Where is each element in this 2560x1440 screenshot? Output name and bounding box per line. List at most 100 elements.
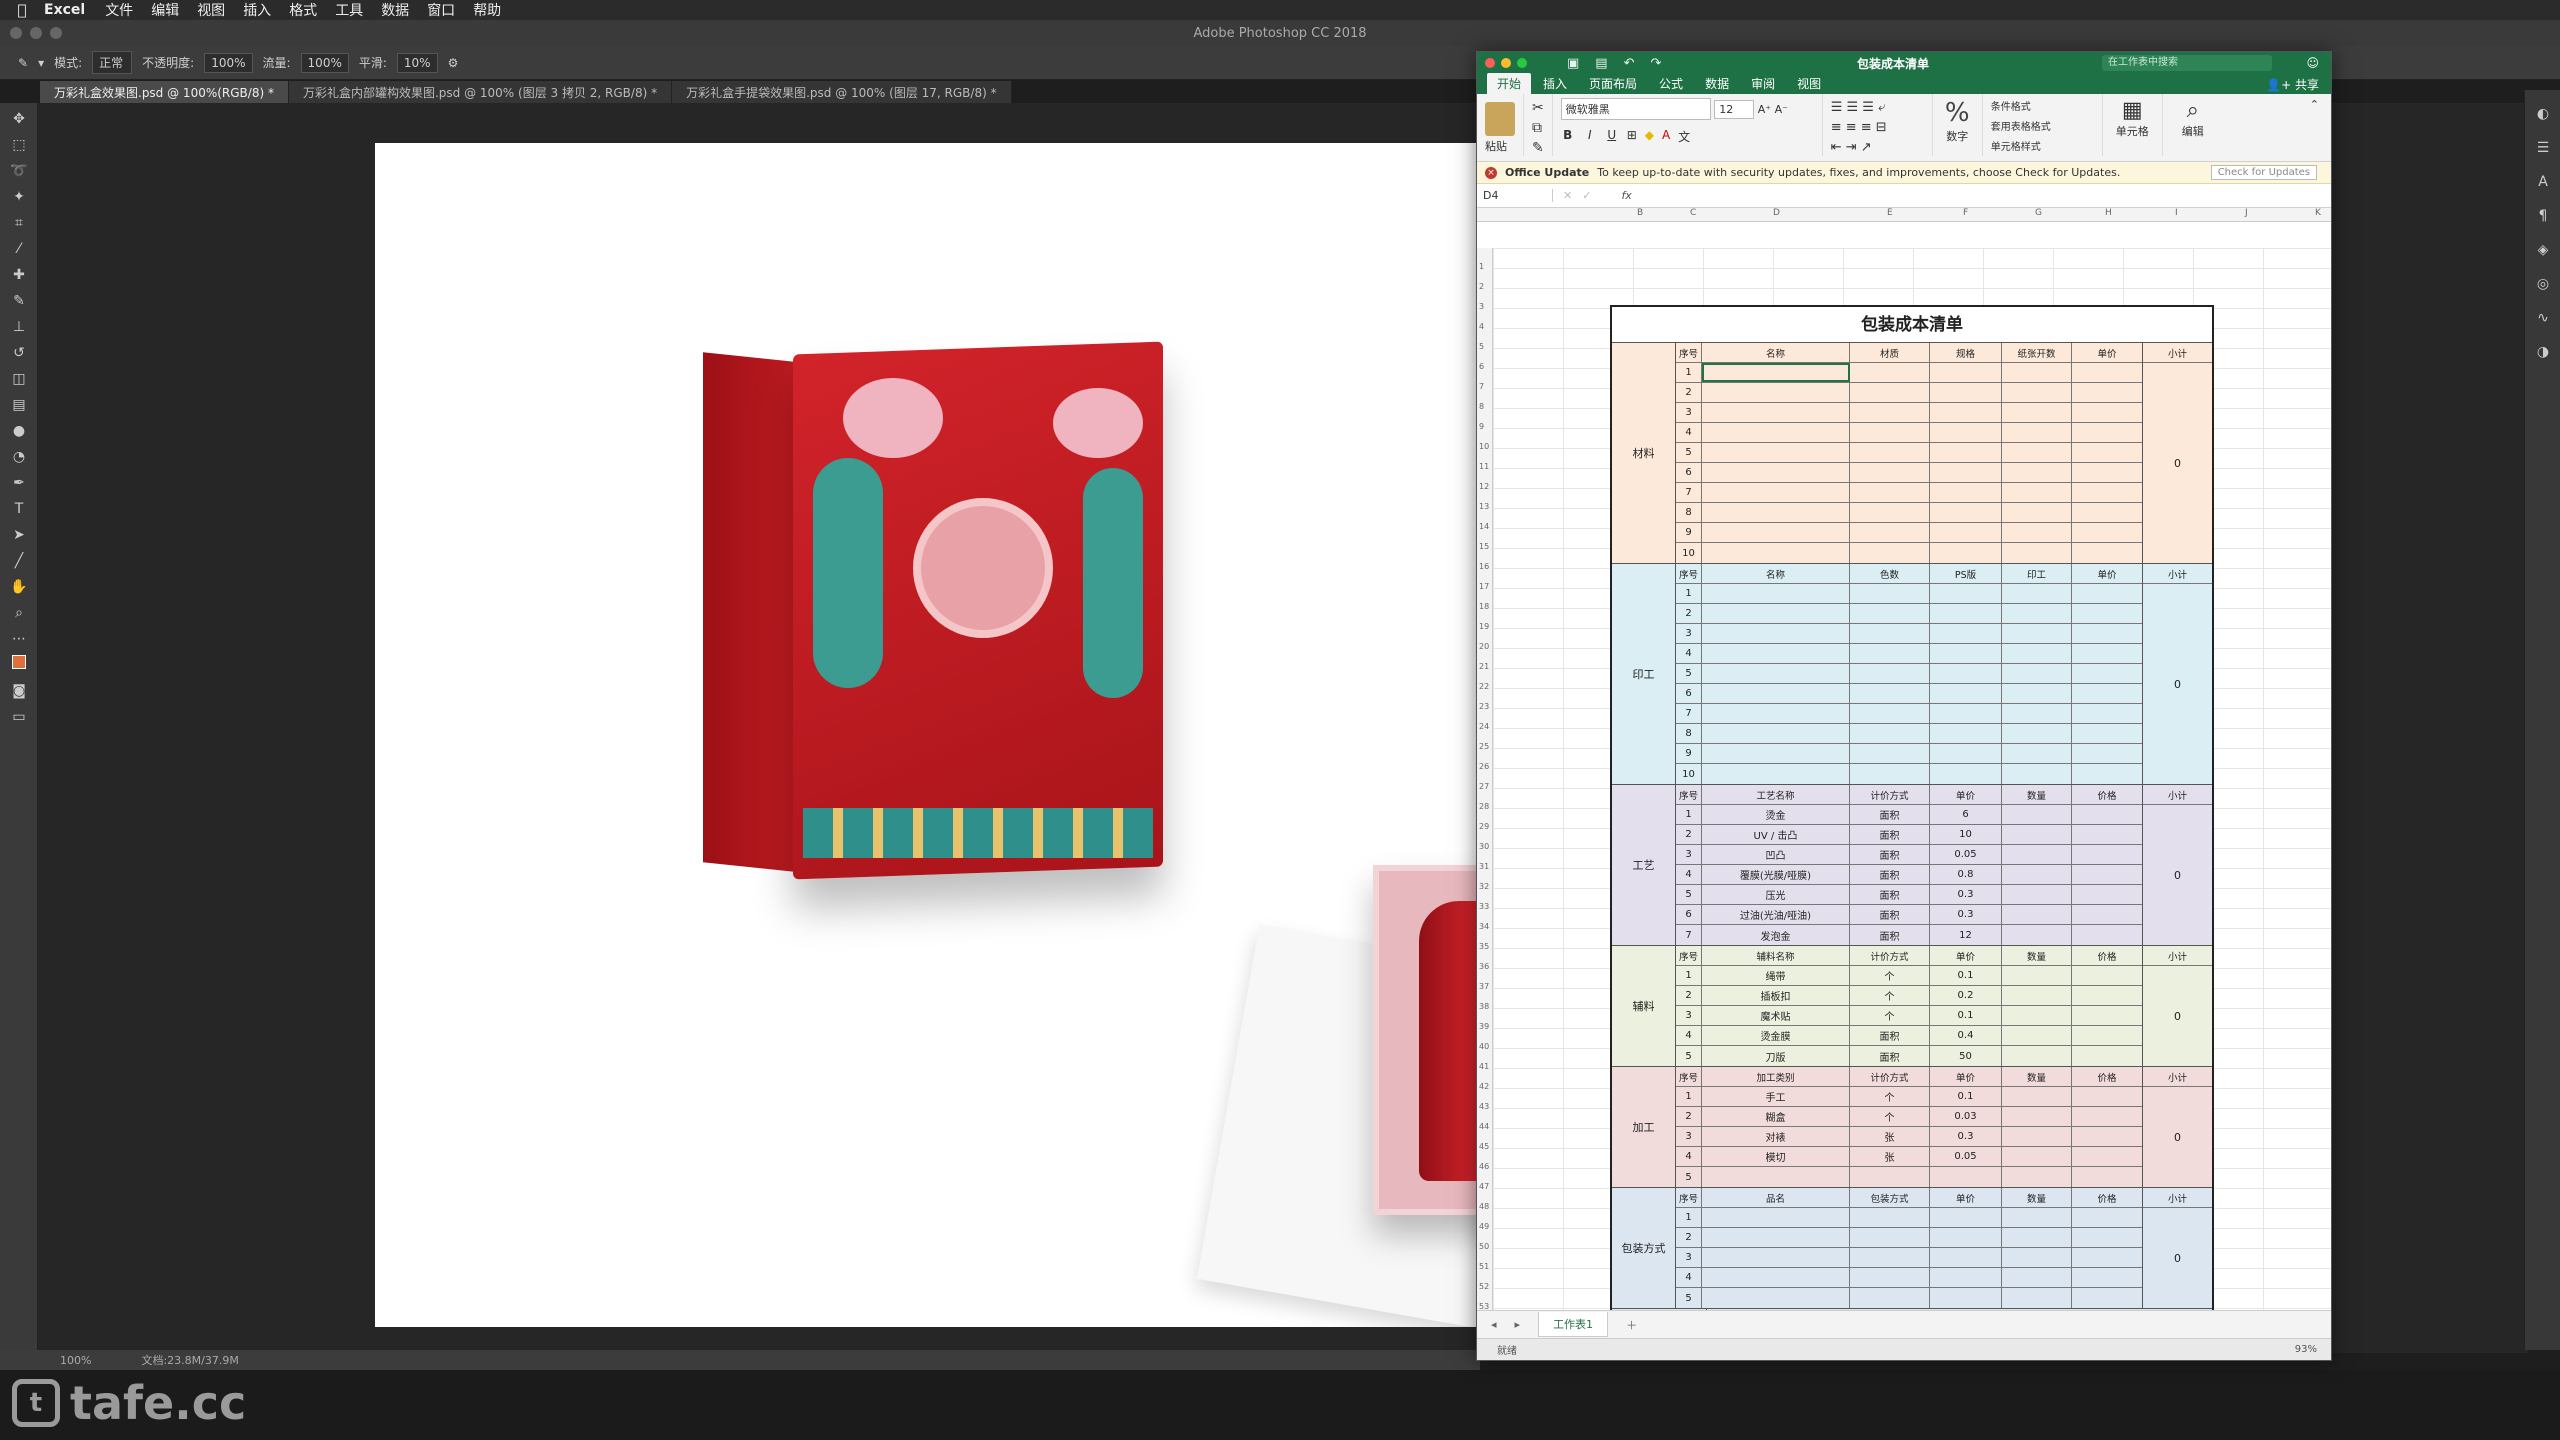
table-cell[interactable] (2002, 885, 2072, 904)
table-cell[interactable]: 面积 (1850, 825, 1930, 844)
table-cell[interactable] (2072, 1006, 2142, 1025)
row-number[interactable]: 49 (1479, 1222, 1489, 1231)
row-number[interactable]: 42 (1479, 1082, 1489, 1091)
marquee-tool-icon[interactable]: ⬚ (6, 135, 32, 155)
table-cell[interactable]: 1 (1676, 1087, 1702, 1106)
cut-icon[interactable]: ✂ (1532, 98, 1544, 118)
table-cell[interactable]: 9 (1676, 744, 1702, 763)
table-cell[interactable] (1930, 1208, 2002, 1227)
row-number[interactable]: 3 (1479, 302, 1484, 311)
table-cell[interactable] (1930, 624, 2002, 643)
row-number[interactable]: 16 (1479, 562, 1489, 571)
subtotal-header[interactable]: 小计 (2143, 785, 2212, 805)
table-cell[interactable] (1930, 483, 2002, 502)
table-cell[interactable] (2072, 885, 2142, 904)
app-menu[interactable]: Excel (44, 2, 85, 18)
bold-button[interactable]: B (1561, 128, 1575, 145)
table-cell[interactable]: 8 (1676, 503, 1702, 522)
header-cell[interactable]: 材质 (1850, 343, 1930, 362)
paragraph-panel-icon[interactable]: ¶ (2530, 206, 2556, 226)
header-cell[interactable]: 色数 (1850, 564, 1930, 583)
menu-data[interactable]: 数据 (381, 0, 409, 20)
section-subtotal[interactable]: 0 (2143, 805, 2212, 945)
row-number[interactable]: 35 (1479, 942, 1489, 951)
section-subtotal[interactable]: 0 (2143, 1087, 2212, 1187)
table-cell[interactable] (1850, 483, 1930, 502)
table-cell[interactable] (2072, 1087, 2142, 1106)
table-cell[interactable]: 1 (1676, 584, 1702, 603)
table-cell[interactable] (2072, 925, 2142, 945)
row-number[interactable]: 21 (1479, 662, 1489, 671)
table-cell[interactable] (1702, 463, 1850, 482)
table-cell[interactable]: 0.8 (1930, 865, 2002, 884)
table-cell[interactable] (1850, 724, 1930, 743)
table-cell[interactable]: 3 (1676, 624, 1702, 643)
header-cell[interactable]: 单价 (1930, 1188, 2002, 1207)
table-cell[interactable] (1702, 764, 1850, 784)
table-cell[interactable] (2002, 845, 2072, 864)
tab-formulas[interactable]: 公式 (1649, 73, 1693, 94)
row-number[interactable]: 46 (1479, 1162, 1489, 1171)
table-cell[interactable]: 2 (1676, 1228, 1702, 1247)
row-number[interactable]: 20 (1479, 642, 1489, 651)
table-cell[interactable]: 7 (1676, 925, 1702, 945)
doc-tab-2[interactable]: 万彩礼盒内部罐构效果图.psd @ 100% (图层 3 拷贝 2, RGB/8… (288, 81, 673, 103)
table-cell[interactable] (2002, 1288, 2072, 1308)
cell-styles-button[interactable]: 单元格样式 (1991, 138, 2094, 158)
table-cell[interactable] (2072, 443, 2142, 462)
col-f[interactable]: F (1963, 208, 1968, 218)
table-cell[interactable]: 50 (1930, 1046, 2002, 1066)
table-cell[interactable]: 烫金膜 (1702, 1026, 1850, 1045)
table-cell[interactable]: 4 (1676, 865, 1702, 884)
next-sheet-icon[interactable]: ▸ (1515, 1318, 1521, 1331)
header-cell[interactable]: 工艺名称 (1702, 785, 1850, 804)
table-cell[interactable]: 魔术贴 (1702, 1006, 1850, 1025)
table-cell[interactable] (2002, 584, 2072, 603)
opacity-input[interactable]: 100% (204, 52, 253, 73)
table-cell[interactable] (2072, 1268, 2142, 1287)
section-category[interactable]: 辅料 (1612, 946, 1676, 1066)
table-cell[interactable] (2002, 503, 2072, 522)
table-cell[interactable]: 3 (1676, 1248, 1702, 1267)
row-number[interactable]: 8 (1479, 402, 1484, 411)
table-cell[interactable] (1702, 1248, 1850, 1267)
paths-panel-icon[interactable]: ∿ (2530, 308, 2556, 328)
brush-preset-icon[interactable]: ▾ (38, 56, 44, 70)
redo-icon[interactable]: ↷ (1651, 56, 1662, 71)
close-button[interactable] (10, 27, 22, 39)
gear-icon[interactable]: ⚙ (448, 56, 459, 70)
row-number[interactable]: 39 (1479, 1022, 1489, 1031)
row-number[interactable]: 41 (1479, 1062, 1489, 1071)
table-cell[interactable]: 4 (1676, 1268, 1702, 1287)
row-number[interactable]: 19 (1479, 622, 1489, 631)
table-cell[interactable] (1850, 704, 1930, 723)
table-cell[interactable]: 5 (1676, 664, 1702, 683)
table-cell[interactable]: 0.03 (1930, 1107, 2002, 1126)
row-number[interactable]: 52 (1479, 1282, 1489, 1291)
tab-insert[interactable]: 插入 (1533, 73, 1577, 94)
table-cell[interactable] (1930, 503, 2002, 522)
row-number[interactable]: 24 (1479, 722, 1489, 731)
row-number[interactable]: 30 (1479, 842, 1489, 851)
header-cell[interactable]: 序号 (1676, 946, 1702, 965)
table-cell[interactable] (2002, 463, 2072, 482)
table-cell[interactable] (1930, 543, 2002, 563)
table-cell[interactable]: 0.3 (1930, 1127, 2002, 1146)
table-cell[interactable] (2002, 805, 2072, 824)
table-cell[interactable]: 发泡金 (1702, 925, 1850, 945)
table-cell[interactable] (2072, 764, 2142, 784)
header-cell[interactable]: 单价 (1930, 785, 2002, 804)
table-cell[interactable] (1930, 523, 2002, 542)
table-cell[interactable] (2072, 704, 2142, 723)
table-cell[interactable]: 面积 (1850, 1026, 1930, 1045)
row-number[interactable]: 45 (1479, 1142, 1489, 1151)
table-cell[interactable]: 面积 (1850, 865, 1930, 884)
align-top-icon[interactable]: ☰ ☰ ☰ ⤶ (1831, 98, 1924, 118)
table-cell[interactable]: 0.1 (1930, 966, 2002, 985)
table-cell[interactable] (1702, 363, 1850, 382)
row-number[interactable]: 34 (1479, 922, 1489, 931)
table-cell[interactable] (2072, 905, 2142, 924)
zoom-button[interactable] (50, 27, 62, 39)
table-cell[interactable]: 面积 (1850, 905, 1930, 924)
table-cell[interactable]: 5 (1676, 885, 1702, 904)
